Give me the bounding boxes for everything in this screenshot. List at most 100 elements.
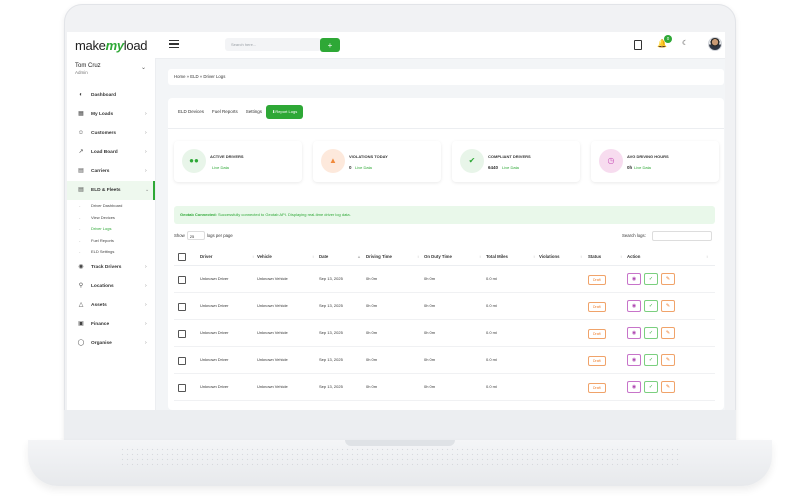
edit-icon[interactable]: ✎ (661, 381, 675, 393)
sidebar-item-organise[interactable]: ◯ Organise › (67, 334, 155, 353)
sidebar-item-locations[interactable]: ⚲ Locations › (67, 277, 155, 296)
sidebar-nav: ◐ Dashboard ▦ My Loads › ☺ Customers › ↗ Load … (67, 86, 155, 353)
col-driver[interactable]: Driver (200, 249, 212, 265)
view-icon[interactable]: ◉ (627, 300, 641, 312)
breadcrumb: Home » ELD » Driver Logs (168, 69, 724, 85)
sidebar-item-customers[interactable]: ☺ Customers › (67, 124, 155, 143)
table-row: Unknown Driver Unknown Vehicle Sep 13, 2… (174, 266, 715, 293)
notification-badge: 0 (664, 35, 672, 43)
sidebar-item-finance[interactable]: ▣ Finance › (67, 315, 155, 334)
laptop-keyboard-texture (120, 447, 680, 467)
select-all-checkbox[interactable] (178, 253, 186, 261)
view-icon[interactable]: ◉ (627, 381, 641, 393)
sidebar-item-track-drivers[interactable]: ◉ Track Drivers › (67, 258, 155, 277)
sidebar-item-dashboard[interactable]: ◐ Dashboard (67, 86, 155, 105)
truck-icon: ▤ (78, 168, 84, 174)
col-status[interactable]: Status (588, 249, 601, 265)
status-badge: Draft (588, 302, 606, 312)
loads-icon: ▦ (78, 111, 84, 117)
sidebar-item-carriers[interactable]: ▤ Carriers › (67, 162, 155, 181)
col-violations[interactable]: Violations (539, 249, 559, 265)
location-icon: ⚲ (78, 282, 84, 289)
row-checkbox[interactable] (178, 357, 186, 365)
row-checkbox[interactable] (178, 384, 186, 392)
warning-icon: ▲ (321, 149, 345, 173)
active-drivers-icon: ●● (182, 149, 206, 173)
avatar[interactable] (708, 37, 722, 51)
search-logs-input[interactable] (652, 231, 712, 241)
location-pin-icon: ◉ (78, 263, 84, 270)
laptop-notch (345, 440, 455, 446)
menu-toggle-icon[interactable] (169, 40, 179, 48)
chevron-down-icon[interactable]: ⌄ (141, 64, 146, 71)
col-vehicle[interactable]: Vehicle (257, 249, 272, 265)
page-size-control: Show 25 logs per page (174, 231, 233, 241)
row-checkbox[interactable] (178, 330, 186, 338)
view-icon[interactable]: ◉ (627, 327, 641, 339)
dashboard-icon: ◐ (79, 92, 83, 98)
sidebar-item-load-board[interactable]: ↗ Load Board › (67, 143, 155, 162)
col-action: Action (627, 254, 641, 259)
sidebar-sub-driver-dashboard[interactable]: - Driver Dashboard (67, 200, 155, 212)
view-icon[interactable]: ◉ (627, 273, 641, 285)
tab-eld-devices[interactable]: ELD Devices (174, 105, 208, 119)
sidebar-sub-fuel-reports[interactable]: - Fuel Reports (67, 235, 155, 247)
tab-settings[interactable]: Settings (242, 105, 266, 119)
document-icon[interactable] (634, 40, 642, 50)
edit-icon[interactable]: ✎ (661, 354, 675, 366)
approve-icon[interactable]: ✓ (644, 354, 658, 366)
chart-icon: ↗ (78, 149, 84, 155)
sidebar-item-eld-fleets[interactable]: ▤ ELD & Fleets ⌄ (67, 181, 155, 200)
assets-icon: △ (78, 301, 84, 308)
sidebar-item-my-loads[interactable]: ▦ My Loads › (67, 105, 155, 124)
stat-card-avg-driving-hours: ◷ AVG DRIVING HOURS 0h Live Data (591, 141, 719, 182)
col-on-duty-time[interactable]: On Duty Time (424, 249, 452, 265)
status-badge: Draft (588, 356, 606, 366)
clock-icon: ◷ (599, 149, 623, 173)
sidebar-item-assets[interactable]: △ Assets › (67, 296, 155, 315)
edit-icon[interactable]: ✎ (661, 273, 675, 285)
row-checkbox[interactable] (178, 303, 186, 311)
sidebar-sub-eld-settings[interactable]: - ELD Settings (67, 246, 155, 258)
col-date[interactable]: Date (319, 249, 328, 265)
status-badge: Draft (588, 275, 606, 285)
logo[interactable]: makemyload (75, 38, 147, 53)
stat-card-compliant-drivers: ✔ COMPLIANT DRIVERS 6440 Live Data (452, 141, 580, 182)
approve-icon[interactable]: ✓ (644, 327, 658, 339)
search-input[interactable]: Search here... (225, 38, 321, 51)
stat-card-violations: ▲ VIOLATIONS TODAY 0 Live Data (313, 141, 441, 182)
search-logs-label: Search logs: (622, 233, 646, 238)
edit-icon[interactable]: ✎ (661, 300, 675, 312)
user-role: Admin (75, 70, 88, 75)
report-logs-button[interactable]: ⬇Report Logs (266, 105, 304, 119)
page-size-select[interactable]: 25 (186, 231, 205, 241)
table-row: Unknown Driver Unknown Vehicle Sep 13, 2… (174, 374, 715, 401)
theme-toggle-icon[interactable]: ☾ (682, 40, 688, 48)
check-circle-icon: ✔ (460, 149, 484, 173)
sidebar-sub-view-devices[interactable]: - View Devices (67, 212, 155, 224)
laptop-chin (64, 410, 736, 444)
organise-icon: ◯ (77, 339, 85, 346)
approve-icon[interactable]: ✓ (644, 300, 658, 312)
status-badge: Draft (588, 329, 606, 339)
table-row: Unknown Driver Unknown Vehicle Sep 13, 2… (174, 320, 715, 347)
search-add-button[interactable]: + (320, 38, 340, 52)
customers-icon: ☺ (77, 130, 85, 136)
sidebar-sub-driver-logs[interactable]: - Driver Logs (67, 223, 155, 235)
col-driving-time[interactable]: Driving Time (366, 249, 392, 265)
edit-icon[interactable]: ✎ (661, 327, 675, 339)
col-total-miles[interactable]: Total Miles (486, 249, 508, 265)
approve-icon[interactable]: ✓ (644, 381, 658, 393)
table-header: Driver ↕ Vehicle ↕ Date ▲ Driving Time ↕ On … (174, 249, 715, 266)
tab-fuel-reports[interactable]: Fuel Reports (208, 105, 242, 119)
sidebar: Tom Cruz Admin ⌄ ◐ Dashboard ▦ My Loads › ☺… (67, 58, 156, 410)
table-row: Unknown Driver Unknown Vehicle Sep 13, 2… (174, 347, 715, 374)
tab-divider (168, 128, 724, 129)
finance-icon: ▣ (78, 320, 84, 327)
status-badge: Draft (588, 383, 606, 393)
view-icon[interactable]: ◉ (627, 354, 641, 366)
row-checkbox[interactable] (178, 276, 186, 284)
approve-icon[interactable]: ✓ (644, 273, 658, 285)
top-bar: makemyload Search here... + 🔔 0 ☾ (67, 32, 725, 59)
fleet-icon: ▤ (78, 187, 84, 193)
